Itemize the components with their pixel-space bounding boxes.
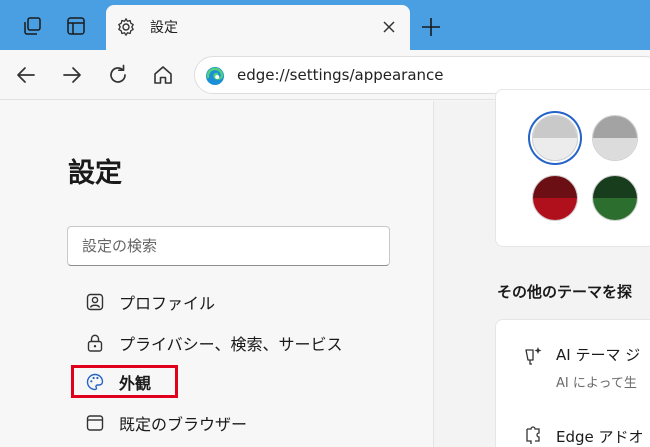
tab-actions-button[interactable] — [58, 8, 94, 44]
puzzle-icon — [526, 426, 540, 444]
section-heading: その他のテーマを探 — [497, 283, 633, 301]
theme-swatch-light-gray[interactable] — [532, 115, 578, 161]
settings-main: その他のテーマを探 AI テーマ ジ AI によって生 Edge アドオ — [435, 89, 650, 447]
back-arrow-icon[interactable] — [14, 63, 38, 87]
browser-icon — [84, 412, 106, 434]
theme-swatch-gray[interactable] — [592, 115, 638, 161]
refresh-icon[interactable] — [106, 63, 130, 87]
highlight-box — [71, 365, 178, 398]
new-tab-icon[interactable] — [418, 14, 444, 40]
theme-swatch-dark-green[interactable] — [592, 175, 638, 221]
edge-logo-icon — [206, 67, 224, 85]
more-themes-card: AI テーマ ジ AI によって生 Edge アドオ — [495, 319, 650, 447]
sidebar-item-privacy[interactable]: プライバシー、検索、サービス — [80, 328, 343, 358]
search-input[interactable] — [67, 226, 390, 266]
page-title: 設定 — [68, 158, 122, 189]
ai-sparkle-icon — [525, 347, 542, 365]
sidebar-item-label: プロファイル — [119, 294, 216, 313]
profile-icon — [84, 291, 106, 313]
forward-arrow-icon[interactable] — [60, 63, 84, 87]
home-icon[interactable] — [151, 63, 175, 87]
tab-strip: 設定 — [0, 0, 650, 50]
workspaces-button[interactable] — [14, 8, 50, 44]
sidebar-item-label: 既定のブラウザー — [119, 415, 248, 434]
sidebar-item-profile[interactable]: プロファイル — [80, 287, 215, 317]
lock-icon — [84, 332, 106, 354]
option-subtitle: AI によって生 — [556, 376, 637, 391]
theme-color-card — [495, 89, 650, 247]
tab-settings[interactable]: 設定 — [106, 5, 410, 50]
theme-swatch-dark-red[interactable] — [532, 175, 578, 221]
address-url: edge://settings/appearance — [237, 66, 444, 84]
option-title[interactable]: AI テーマ ジ — [556, 344, 640, 365]
option-title[interactable]: Edge アドオ — [556, 426, 644, 447]
workspaces-icon — [24, 17, 41, 35]
close-icon[interactable] — [380, 18, 398, 36]
sidebar-item-label: プライバシー、検索、サービス — [119, 335, 343, 354]
settings-content: 設定 プロファイル プライバシー、検索、サービス 外観 既定のブラウザ — [0, 89, 650, 447]
sidebar-item-default-browser[interactable]: 既定のブラウザー — [80, 408, 247, 438]
tab-actions-icon — [67, 17, 85, 35]
gear-icon — [118, 18, 134, 36]
tab-title: 設定 — [150, 20, 178, 36]
settings-sidebar: 設定 プロファイル プライバシー、検索、サービス 外観 既定のブラウザ — [0, 101, 434, 447]
